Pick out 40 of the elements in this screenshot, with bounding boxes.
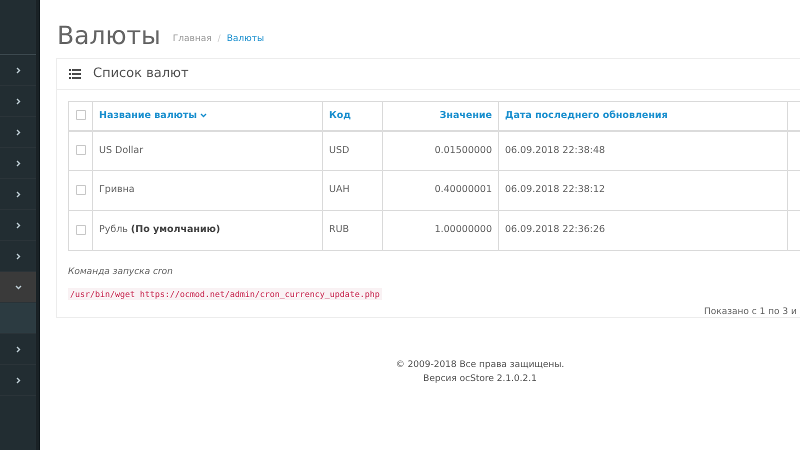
pagination-info: Показано с 1 по 3 и — [704, 306, 797, 318]
chevron-right-icon — [14, 190, 22, 198]
version-text: Версия ocStore 2.1.0.2.1 — [423, 373, 537, 386]
table-cell: 06.09.2018 22:36:26 — [498, 210, 788, 250]
caret-down-icon — [200, 113, 207, 118]
copyright-text: © 2009-2018 Все права защищены. — [396, 359, 564, 372]
chevron-right-icon — [14, 346, 22, 352]
checkbox[interactable] — [76, 110, 86, 120]
breadcrumb-link[interactable]: Главная — [172, 32, 212, 46]
page-title: Валюты — [57, 23, 161, 48]
table-cell: UAH — [322, 170, 382, 210]
chevron-down-icon — [14, 284, 22, 290]
chevron-right-icon — [14, 376, 22, 384]
breadcrumb-separator: / — [216, 32, 222, 46]
table-cell: USD — [322, 130, 382, 170]
table-cell: US Dollar — [92, 130, 322, 170]
checkbox[interactable] — [76, 184, 86, 195]
chevron-right-icon — [14, 252, 22, 260]
sidebar-item[interactable] — [0, 272, 36, 303]
column-header[interactable]: Код — [329, 108, 351, 123]
chevron-right-icon — [14, 98, 22, 104]
cron-command: /usr/bin/wget https://ocmod.net/admin/cron_currency_update.php — [68, 288, 382, 300]
table-cell: 06.09.2018 22:38:48 — [498, 130, 788, 170]
panel-title: Список валют — [93, 65, 189, 84]
table-cell: Гривна — [92, 170, 322, 210]
checkbox[interactable] — [76, 224, 86, 235]
chevron-right-icon — [14, 222, 22, 228]
chevron-right-icon — [14, 66, 22, 74]
table-cell: 06.09.2018 22:38:12 — [498, 170, 788, 210]
cron-label: Команда запуска cron — [68, 266, 173, 279]
checkbox[interactable] — [76, 145, 86, 156]
table-cell: Рубль (По умолчанию) — [92, 210, 322, 250]
table-cell: 1.00000000 — [382, 210, 498, 250]
table-cell: 0.40000001 — [382, 170, 498, 210]
list-icon — [69, 69, 81, 79]
chevron-right-icon — [14, 128, 22, 136]
chevron-right-icon — [14, 160, 22, 166]
table-cell: RUB — [322, 210, 382, 250]
breadcrumb-link[interactable]: Валюты — [226, 32, 264, 46]
table-cell: 0.01500000 — [382, 130, 498, 170]
